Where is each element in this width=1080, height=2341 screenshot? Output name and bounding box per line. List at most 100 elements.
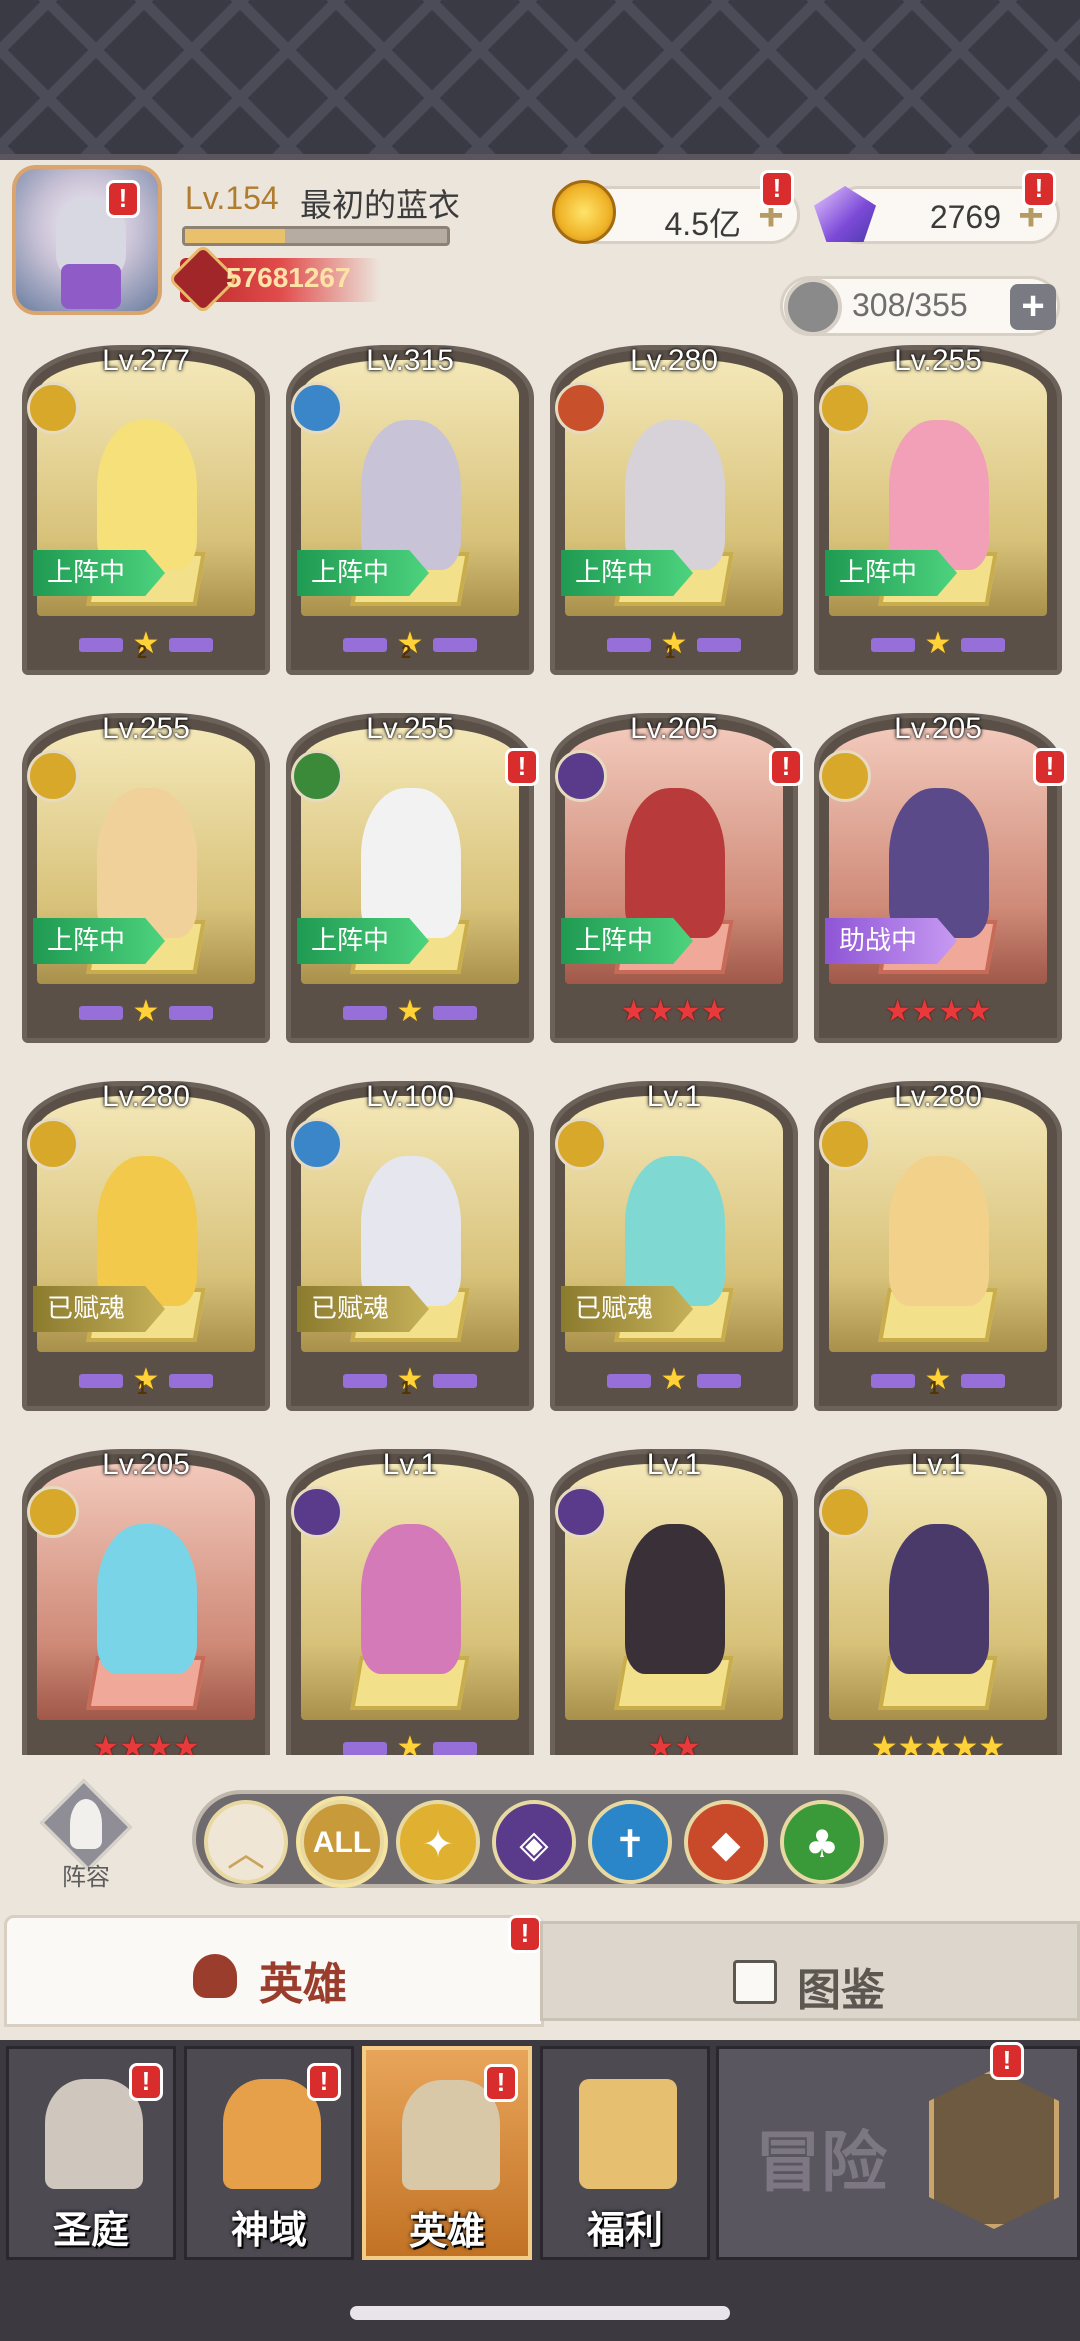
hero-card[interactable]: Lv.277 上阵中 ★ 2 [22,345,270,675]
hero-card[interactable]: Lv.255 上阵中 ★ [22,712,270,1043]
hero-status-tag: 已赋魂 [33,1286,166,1332]
wing-right-icon [961,1373,1005,1388]
hero-card[interactable]: Lv.255 上阵中 ★ ! [286,712,539,1043]
hero-sprite [625,1156,725,1306]
star-icon: ★ [132,994,160,1029]
filter-fire-button[interactable]: ◆ [684,1800,768,1884]
dark-faction-icon [555,1486,607,1538]
hero-sprite [625,1524,725,1674]
wing-left-icon [79,1373,123,1388]
filter-ice-button[interactable]: ✝ [588,1800,672,1884]
filter-dark-button[interactable]: ◈ [492,1800,576,1884]
filter-light-button[interactable]: ✦ [396,1800,480,1884]
star-icons: ★★★★ [884,994,992,1029]
nav-treasure-chest[interactable]: 福利 [540,2046,710,2260]
hero-notification-badge: ! [769,748,803,786]
hero-card[interactable]: Lv.255 上阵中 ★ [814,345,1062,675]
hero-level: Lv.280 [894,1080,982,1113]
fire-icon: ◆ [711,1822,741,1866]
light-faction-icon [27,1486,79,1538]
dark-faction-icon [555,750,607,802]
wing-right-icon [433,1373,477,1388]
hero-level: Lv.1 [382,1448,438,1481]
roster-plus-button[interactable]: + [1010,284,1056,330]
hero-star-rank: ★ 1 [555,626,793,662]
tab-hero-label: 英雄 [259,1959,347,2010]
star-icon: ★ [396,994,424,1029]
wing-right-icon [433,1741,477,1755]
hero-star-rank: ★ [27,994,265,1030]
hero-card[interactable]: Lv.280 已赋魂 ★ 1 [22,1080,270,1411]
adventure-button[interactable]: 冒险 [716,2046,1080,2260]
filter-up-arrow-button[interactable]: ︿ [204,1800,288,1884]
hero-sprite [361,788,461,938]
tab-hero[interactable]: 英雄 [4,1915,544,2027]
gold-notification-badge: ! [760,170,794,208]
hero-card[interactable]: Lv.315 上阵中 ★ 2 [286,345,534,675]
nature-icon: ♣ [804,1822,840,1866]
exp-bar-fill [185,229,285,243]
hero-status-tag: 已赋魂 [561,1286,694,1332]
filter-all-button[interactable]: ALL [300,1800,384,1884]
hero-star-rank: ★ 1 [27,1362,265,1398]
hero-level: Lv.315 [366,345,454,377]
hero-status-tag: 上阵中 [297,550,430,596]
chess-pawn-icon [70,1799,102,1849]
hero-star-rank: ★★★★★ [819,1730,1057,1755]
hero-star-rank: ★★★★ [27,1730,265,1755]
hero-level: Lv.255 [102,712,190,745]
star-icon: ★ [660,1362,688,1397]
nav-notification-badge: ! [307,2063,341,2101]
hero-sprite [97,420,197,570]
hero-card[interactable]: Lv.205 上阵中 ★★★★! [550,712,803,1043]
wing-left-icon [343,1005,387,1020]
nav-notification-badge: ! [129,2063,163,2101]
hero-star-rank: ★ [291,994,529,1030]
nav-sanctum[interactable]: 圣庭! [6,2046,176,2260]
hero-level: Lv.1 [646,1448,702,1481]
hero-card[interactable]: Lv.100 已赋魂 ★ 1 [286,1080,534,1411]
hero-card[interactable]: Lv.280 上阵中 ★ 1 [550,345,798,675]
adventure-label: 冒险 [755,2124,887,2201]
adventure-badge: ! [990,2042,1024,2080]
hero-sprite [625,420,725,570]
hero-star-rank: ★ 1 [291,1362,529,1398]
tab-codex[interactable]: 图鉴 [540,1921,1080,2021]
hero-card[interactable]: Lv.1 ★ [286,1448,534,1755]
star-icons: ★★★★ [92,1730,200,1755]
filter-nature-button[interactable]: ♣ [780,1800,864,1884]
hero-card[interactable]: Lv.1 ★★★★★ [814,1448,1062,1755]
hero-sprite [361,1524,461,1674]
star-rank-number: 1 [401,1378,412,1398]
ice-faction-icon [291,1118,343,1170]
wing-right-icon [433,1005,477,1020]
tab-hero-badge: ! [508,1915,542,1953]
hero-star-rank: ★ [291,1730,529,1755]
nature-faction-icon [291,750,343,802]
nav-hero-helmet[interactable]: 英雄! [362,2046,532,2260]
hero-level: Lv.255 [366,712,454,745]
wing-left-icon [343,1741,387,1755]
nav-label: 福利 [586,2208,663,2252]
wing-right-icon [169,1373,213,1388]
hero-card[interactable]: Lv.1 ★★ [550,1448,798,1755]
hero-card[interactable]: Lv.205 助战中 ★★★★! [814,712,1067,1043]
wing-right-icon [433,637,477,652]
home-indicator[interactable] [350,2306,730,2320]
hero-level: Lv.100 [366,1080,454,1113]
faction-filter-bar: ︿ ALL ✦ ◈ ✝ ◆ ♣ [192,1790,888,1888]
hero-head-icon [193,1954,237,1998]
hero-level: Lv.1 [910,1448,966,1481]
hero-status-tag: 助战中 [825,918,958,964]
hero-card[interactable]: Lv.205 ★★★★ [22,1448,270,1755]
nav-divine-realm[interactable]: 神域! [184,2046,354,2260]
lineup-button[interactable]: 阵容 [34,1778,138,1891]
hero-card[interactable]: Lv.280 ★ 1 [814,1080,1062,1411]
hero-card[interactable]: Lv.1 已赋魂 ★ [550,1080,798,1411]
hero-sprite [361,420,461,570]
nav-label: 神域 [230,2208,307,2252]
hero-status-tag: 上阵中 [561,550,694,596]
light-faction-icon [819,382,871,434]
codex-book-icon [733,1960,777,2004]
star-rank-number: 1 [929,1378,940,1398]
